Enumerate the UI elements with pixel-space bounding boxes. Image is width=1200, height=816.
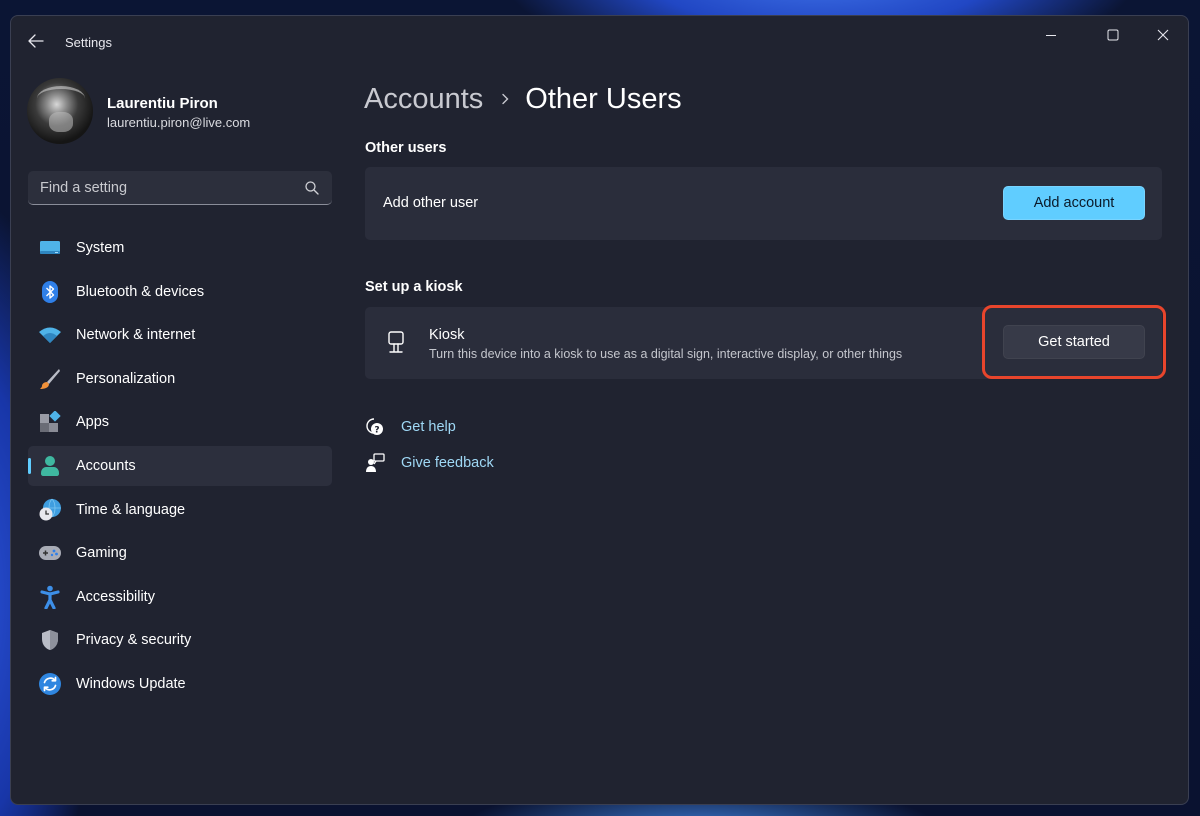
get-help-label: Get help — [401, 419, 456, 435]
minimize-button[interactable] — [1031, 24, 1071, 46]
sidebar-item-time-language[interactable]: Time & language — [28, 490, 332, 530]
kiosk-title: Kiosk — [429, 327, 465, 343]
app-title: Settings — [65, 35, 112, 50]
get-help-link[interactable]: ? Get help — [365, 417, 456, 437]
page-title: Other Users — [525, 82, 682, 115]
kiosk-card: Kiosk Turn this device into a kiosk to u… — [365, 307, 1162, 379]
accessibility-icon — [38, 585, 62, 609]
profile-email: laurentiu.piron@live.com — [107, 115, 251, 130]
sidebar-item-label: Apps — [76, 414, 110, 431]
close-button[interactable] — [1143, 24, 1183, 46]
sidebar-item-label: Accessibility — [76, 588, 155, 605]
sidebar-item-accessibility[interactable]: Accessibility — [28, 577, 332, 617]
sidebar-item-network[interactable]: Network & internet — [28, 315, 332, 355]
sidebar-item-label: Accounts — [76, 457, 136, 474]
paintbrush-icon — [38, 367, 62, 391]
shield-icon — [38, 628, 62, 652]
sidebar-item-label: Bluetooth & devices — [76, 283, 205, 300]
search-box — [28, 171, 332, 205]
profile-name: Laurentiu Piron — [107, 95, 218, 112]
maximize-button[interactable] — [1093, 24, 1133, 46]
sidebar-item-label: Windows Update — [76, 675, 186, 692]
sidebar-item-system[interactable]: System — [28, 228, 332, 268]
kiosk-icon — [387, 331, 405, 360]
svg-text:?: ? — [374, 426, 379, 436]
sidebar-item-personalization[interactable]: Personalization — [28, 359, 332, 399]
arrow-left-icon — [28, 34, 44, 48]
apps-icon — [38, 410, 62, 434]
sidebar-item-label: Gaming — [76, 545, 127, 562]
give-feedback-link[interactable]: Give feedback — [365, 453, 494, 473]
gamepad-icon — [38, 541, 62, 565]
give-feedback-label: Give feedback — [401, 455, 494, 471]
breadcrumb: Accounts Other Users — [364, 78, 682, 120]
maximize-icon — [1107, 29, 1119, 41]
chevron-right-icon — [501, 93, 509, 105]
sidebar-item-privacy[interactable]: Privacy & security — [28, 620, 332, 660]
close-icon — [1157, 29, 1169, 41]
time-language-icon — [38, 498, 62, 522]
add-other-user-label: Add other user — [383, 195, 479, 211]
update-icon — [38, 672, 62, 696]
avatar — [27, 78, 93, 144]
sidebar-item-label: Personalization — [76, 370, 176, 387]
accounts-icon — [38, 454, 62, 478]
get-started-button[interactable]: Get started — [1003, 325, 1145, 359]
sidebar-item-label: Network & internet — [76, 327, 196, 344]
sidebar-item-label: Privacy & security — [76, 632, 192, 649]
sidebar-item-windows-update[interactable]: Windows Update — [28, 664, 332, 704]
sidebar-item-apps[interactable]: Apps — [28, 402, 332, 442]
section-title-kiosk: Set up a kiosk — [365, 279, 463, 295]
section-title-other-users: Other users — [365, 140, 447, 156]
search-icon[interactable] — [304, 180, 320, 196]
back-button[interactable] — [23, 30, 49, 52]
feedback-icon — [365, 453, 385, 473]
kiosk-description: Turn this device into a kiosk to use as … — [429, 347, 903, 361]
bluetooth-icon — [38, 280, 62, 304]
minimize-icon — [1046, 35, 1056, 36]
help-icon: ? — [365, 417, 385, 437]
settings-window: Settings Laurentiu Piron laurentiu.piron… — [10, 15, 1189, 805]
sidebar-item-label: System — [76, 240, 125, 256]
add-account-button[interactable]: Add account — [1003, 186, 1145, 220]
title-bar: Settings — [11, 16, 1188, 64]
wifi-icon — [38, 323, 62, 347]
sidebar-item-accounts[interactable]: Accounts — [28, 445, 332, 486]
sidebar-item-gaming[interactable]: Gaming — [28, 533, 332, 573]
sidebar-item-bluetooth[interactable]: Bluetooth & devices — [28, 272, 332, 312]
breadcrumb-parent[interactable]: Accounts — [364, 83, 483, 116]
sidebar-nav: System Bluetooth & devices Network & int… — [28, 228, 332, 708]
system-icon — [38, 236, 62, 260]
user-profile[interactable]: Laurentiu Piron laurentiu.piron@live.com — [27, 78, 327, 144]
search-input[interactable] — [40, 179, 304, 196]
sidebar-item-label: Time & language — [76, 501, 186, 518]
add-other-user-card: Add other user Add account — [365, 167, 1162, 240]
